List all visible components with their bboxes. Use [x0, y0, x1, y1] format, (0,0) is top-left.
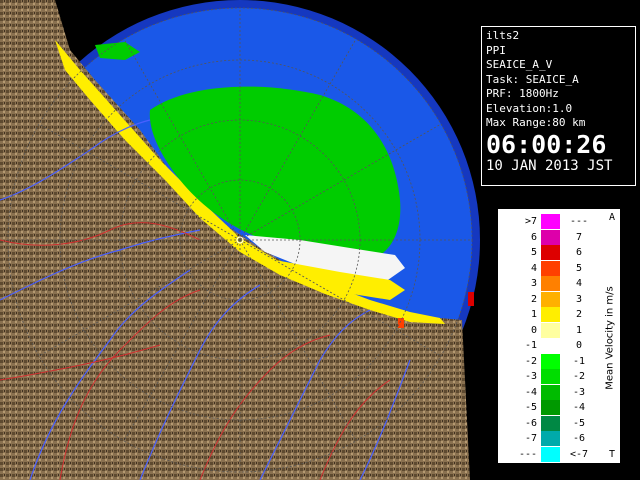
legend-row: -6 -5	[499, 415, 599, 432]
legend-lower-bound: 5	[530, 247, 537, 258]
legend-row: 45	[499, 260, 599, 277]
legend-upper-bound: 2	[575, 309, 583, 320]
task-name: Task: SEAICE_A	[486, 72, 579, 86]
legend-upper-bound: 0	[575, 340, 583, 351]
legend-row: 12	[499, 307, 599, 323]
legend-upper-bound: -5	[572, 417, 586, 429]
legend-row: --- <-7	[499, 446, 599, 463]
legend-title-text: Mean Velocity in m/s	[604, 286, 616, 390]
legend-lower-bound: 3	[530, 278, 537, 289]
legend-row: 67	[499, 229, 599, 246]
legend-lower-bound: -6	[524, 417, 537, 429]
legend-color-swatch	[541, 338, 560, 353]
legend-lower-bound: ---	[518, 448, 537, 460]
legend-row: -5 -4	[499, 400, 599, 416]
legend-bottom-mark: T	[608, 449, 615, 460]
legend-lower-bound: -7	[524, 433, 537, 444]
legend-upper-bound: -1	[572, 355, 586, 367]
info-panel: ilts2 PPI SEAICE_A_V Task: SEAICE_A PRF:…	[481, 26, 636, 186]
legend-row: 34	[499, 276, 599, 292]
legend-lower-bound: -3	[524, 371, 537, 382]
echo-red-dot	[468, 292, 474, 306]
legend-color-swatch	[541, 384, 560, 400]
legend-color-swatch	[541, 245, 560, 260]
scan-time: 06:00:26	[486, 129, 607, 159]
legend-upper-bound: 5	[575, 262, 583, 274]
legend-upper-bound: 4	[575, 278, 583, 289]
max-range-value: Max Range:80 km	[486, 116, 586, 129]
legend-upper-bound: 1	[575, 324, 583, 336]
elevation-value: Elevation:1.0	[486, 101, 573, 115]
legend-color-swatch	[541, 446, 560, 462]
legend-row: >7 ---	[499, 214, 599, 230]
scan-date: 10 JAN 2013 JST	[486, 157, 613, 174]
legend-lower-bound: 1	[530, 309, 537, 320]
station-name: ilts2	[486, 29, 520, 42]
legend-lower-bound: -4	[524, 386, 537, 398]
legend-color-swatch	[541, 400, 560, 415]
legend-row: 56	[499, 245, 599, 261]
legend-color-swatch	[541, 276, 560, 291]
scan-type: PPI	[486, 43, 506, 57]
prf-value: PRF: 1800Hz	[486, 87, 559, 100]
legend-lower-bound: >7	[524, 216, 537, 227]
legend-row: -1 0	[499, 338, 599, 354]
velocity-color-legend: >7 --- 6 7 5 6 4 5 3 4 2 3 1 2 0 1 -1 0 -2 -1 -3 -2 -4 -3 -5 -4 -6…	[498, 209, 620, 463]
legend-upper-bound: 7	[575, 231, 583, 243]
legend-upper-bound: 6	[575, 247, 583, 258]
legend-row: -4 -3	[499, 384, 599, 401]
legend-lower-bound: 0	[530, 324, 537, 336]
legend-title: Mean Velocity in m/s	[603, 218, 617, 458]
legend-upper-bound: ---	[569, 216, 589, 227]
legend-color-swatch	[541, 260, 560, 276]
legend-upper-bound: -6	[572, 433, 586, 444]
legend-color-swatch	[541, 415, 560, 431]
legend-color-swatch	[541, 353, 560, 369]
legend-lower-bound: -5	[524, 402, 537, 413]
legend-color-swatch	[541, 369, 560, 384]
legend-upper-bound: -4	[572, 402, 586, 413]
legend-lower-bound: -1	[524, 340, 537, 351]
legend-lower-bound: 2	[530, 293, 537, 305]
legend-row: -3 -2	[499, 369, 599, 385]
legend-color-swatch	[541, 307, 560, 322]
legend-upper-bound: 3	[575, 293, 583, 305]
legend-upper-bound: <-7	[569, 448, 589, 460]
legend-row: 01	[499, 322, 599, 339]
legend-color-swatch	[541, 291, 560, 307]
echo-red-dot	[398, 318, 404, 328]
product-name: SEAICE_A_V	[486, 58, 553, 71]
legend-color-swatch	[541, 229, 560, 245]
legend-row: 23	[499, 291, 599, 308]
legend-upper-bound: -3	[572, 386, 586, 398]
legend-color-swatch	[541, 322, 560, 338]
legend-row: -2 -1	[499, 353, 599, 370]
legend-color-swatch	[541, 214, 560, 229]
legend-lower-bound: 6	[530, 231, 537, 243]
legend-upper-bound: -2	[572, 371, 586, 382]
legend-row: -7 -6	[499, 431, 599, 447]
legend-lower-bound: 4	[530, 262, 537, 274]
legend-color-swatch	[541, 431, 560, 446]
radar-ppi-view	[0, 0, 480, 480]
legend-lower-bound: -2	[524, 355, 537, 367]
